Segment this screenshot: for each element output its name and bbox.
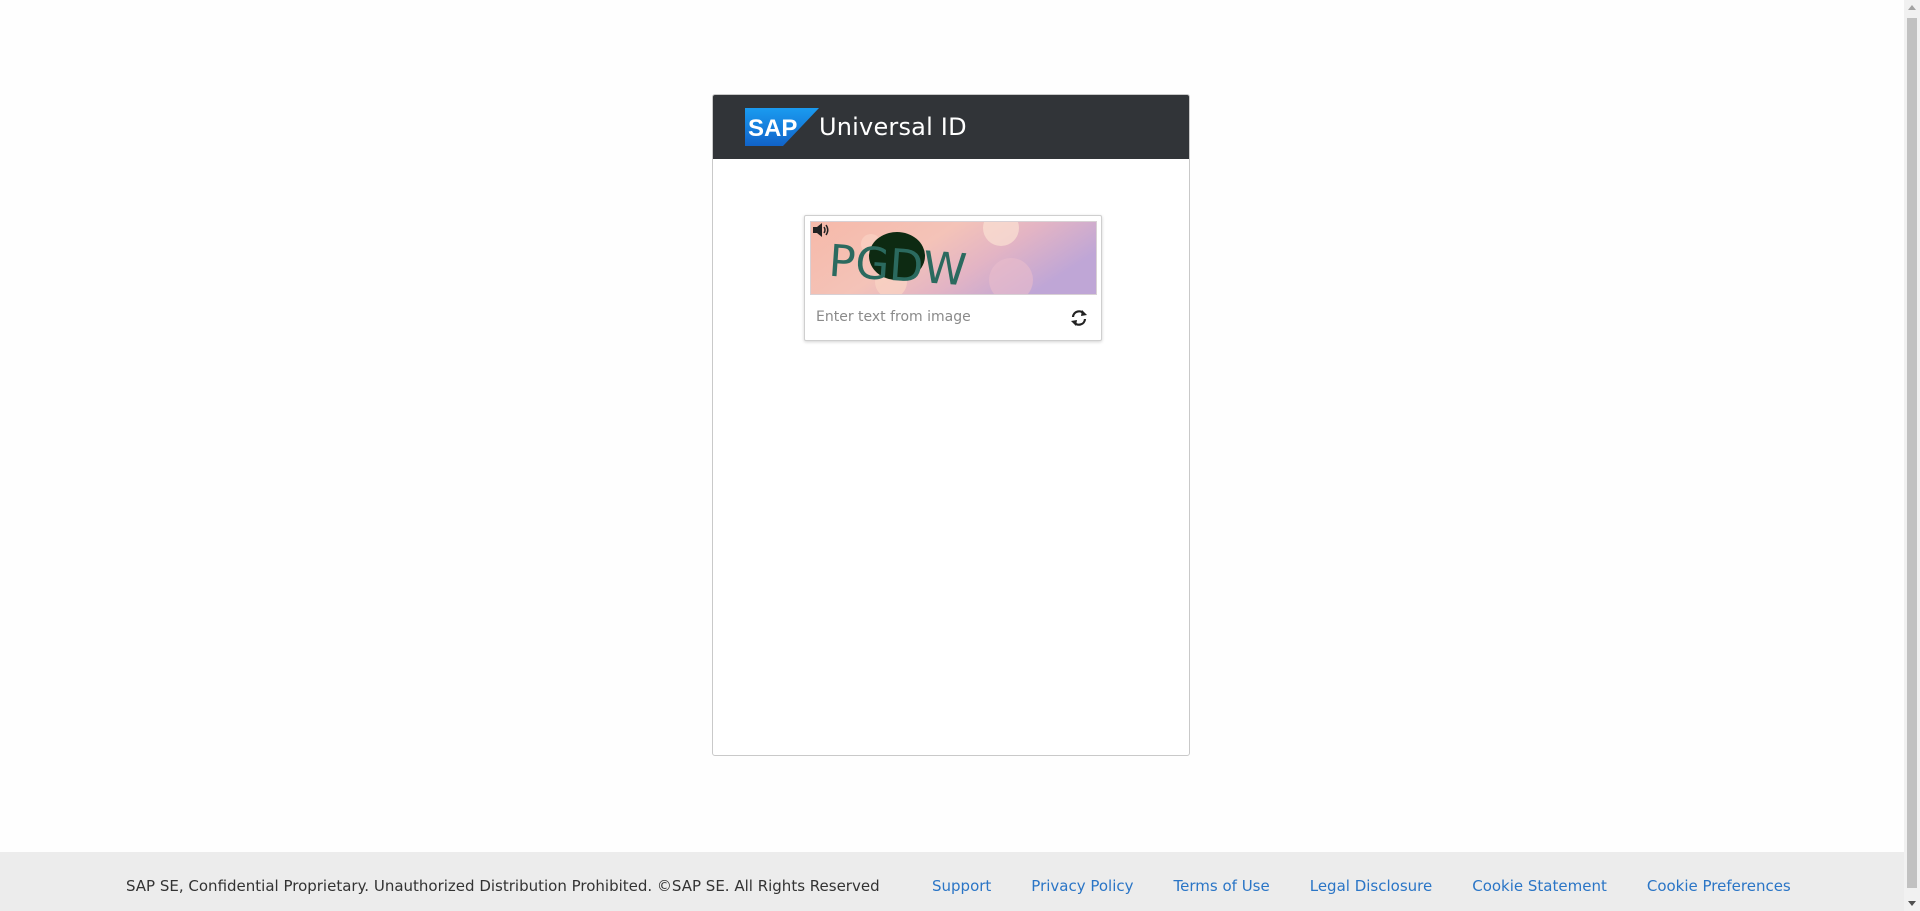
footer-link-privacy-policy[interactable]: Privacy Policy xyxy=(1031,877,1133,895)
captcha-image: PGDW xyxy=(810,221,1097,295)
footer-link-cookie-preferences[interactable]: Cookie Preferences xyxy=(1647,877,1791,895)
header-title: Universal ID xyxy=(819,113,967,141)
speaker-icon[interactable] xyxy=(812,222,830,238)
page: SAP Universal ID PGDW Enter text from im… xyxy=(0,0,1920,911)
login-card: SAP Universal ID PGDW Enter text from im… xyxy=(712,94,1190,756)
footer-link-support[interactable]: Support xyxy=(932,877,991,895)
svg-text:SAP: SAP xyxy=(748,115,797,142)
scroll-thumb[interactable] xyxy=(1907,18,1917,888)
refresh-icon[interactable] xyxy=(1070,309,1088,327)
footer-link-legal-disclosure[interactable]: Legal Disclosure xyxy=(1310,877,1432,895)
footer-link-terms-of-use[interactable]: Terms of Use xyxy=(1174,877,1270,895)
captcha-input[interactable] xyxy=(810,302,1050,332)
scroll-down-icon[interactable] xyxy=(1908,901,1916,906)
card-header: SAP Universal ID xyxy=(713,95,1189,159)
footer-links: Support Privacy Policy Terms of Use Lega… xyxy=(932,877,1831,895)
captcha-widget: PGDW xyxy=(804,215,1102,341)
sap-logo: SAP xyxy=(745,108,819,146)
vertical-scrollbar[interactable] xyxy=(1904,0,1920,911)
footer: SAP SE, Confidential Proprietary. Unauth… xyxy=(0,852,1904,911)
copyright-text: SAP SE, Confidential Proprietary. Unauth… xyxy=(126,877,880,895)
svg-text:PGDW: PGDW xyxy=(827,236,968,295)
scroll-up-icon[interactable] xyxy=(1908,5,1916,10)
footer-link-cookie-statement[interactable]: Cookie Statement xyxy=(1472,877,1607,895)
